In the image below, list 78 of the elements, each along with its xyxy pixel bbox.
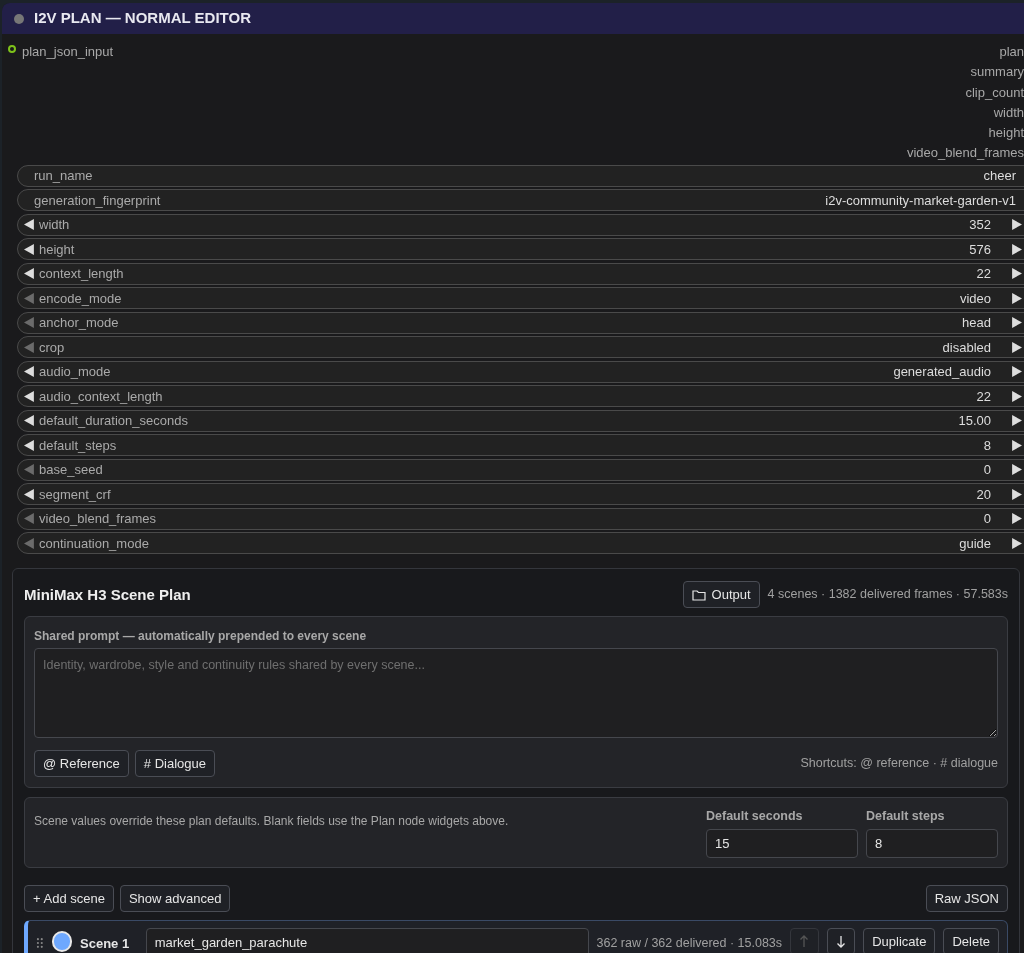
field-label: Default seconds bbox=[706, 808, 804, 826]
widget-value: 0 bbox=[983, 461, 991, 480]
number-widget[interactable]: continuation_mode guide bbox=[17, 532, 1024, 555]
widget-label: audio_context_length bbox=[39, 387, 163, 406]
number-widget[interactable]: width 352 bbox=[17, 213, 1024, 236]
scene-name-field[interactable]: market_garden_parachute bbox=[145, 928, 589, 953]
widget-value: i2v-community-market-garden-v1 bbox=[825, 191, 1016, 210]
widget-value: guide bbox=[959, 534, 991, 553]
shortcuts-hint: Shortcuts: @ reference · # dialogue bbox=[800, 755, 998, 773]
output-label: clip_count bbox=[965, 83, 1024, 102]
widget-label: encode_mode bbox=[39, 289, 122, 308]
number-widget[interactable]: encode_mode video bbox=[17, 287, 1024, 310]
toolbar-button[interactable]: + Add scene bbox=[24, 885, 114, 913]
widget-label: crop bbox=[39, 338, 65, 357]
scene-label: Scene 1 bbox=[80, 935, 131, 953]
widget-value: 8 bbox=[983, 436, 991, 455]
widget-value: 0 bbox=[983, 510, 991, 529]
node-title-bar[interactable]: I2V PLAN — NORMAL EDITOR bbox=[2, 3, 1024, 34]
insert-button[interactable]: @ Reference bbox=[34, 750, 129, 778]
number-widget[interactable]: default_duration_seconds 15.00 bbox=[17, 409, 1024, 432]
scene-action-button[interactable]: Delete bbox=[943, 928, 999, 953]
widget-label: segment_crf bbox=[39, 485, 111, 504]
text-widget[interactable]: run_name cheer bbox=[17, 164, 1024, 187]
widget-value: head bbox=[962, 314, 991, 333]
number-widget[interactable]: default_steps 8 bbox=[17, 434, 1024, 457]
widget-value: generated_audio bbox=[893, 363, 991, 382]
number-widget[interactable]: context_length 22 bbox=[17, 262, 1024, 285]
raw-json-button[interactable]: Raw JSON bbox=[925, 885, 1008, 913]
widget-label: continuation_mode bbox=[39, 534, 149, 553]
widget-value: 22 bbox=[976, 387, 991, 406]
insert-button[interactable]: # Dialogue bbox=[134, 750, 215, 778]
number-widget[interactable]: audio_context_length 22 bbox=[17, 385, 1024, 408]
widget-value: video bbox=[959, 289, 991, 308]
output-label: video_blend_frames bbox=[906, 144, 1024, 163]
text-widget[interactable]: generation_fingerprint i2v-community-market-garden-v1 bbox=[17, 189, 1024, 212]
number-widget[interactable]: audio_mode generated_audio bbox=[17, 360, 1024, 383]
defaults-note: Scene values override these plan defaults. Blank fields use the Plan node widgets above. bbox=[34, 813, 509, 831]
widget-value: cheer bbox=[983, 167, 1016, 186]
widget-label: audio_mode bbox=[39, 363, 111, 382]
default-field[interactable]: 8 bbox=[866, 829, 998, 859]
widget-label: height bbox=[39, 240, 75, 259]
output-label: summary bbox=[970, 63, 1024, 82]
widget-label: default_duration_seconds bbox=[39, 412, 188, 431]
output-label: height bbox=[988, 124, 1024, 143]
scene-action-button[interactable]: Duplicate bbox=[863, 928, 936, 953]
widget-label: run_name bbox=[34, 167, 93, 186]
field-label: Default steps bbox=[866, 808, 946, 826]
plan-summary: 4 scenes · 1382 delivered frames · 57.583s bbox=[767, 586, 1008, 604]
widget-label: base_seed bbox=[39, 461, 103, 480]
toolbar-button[interactable]: Show advanced bbox=[119, 885, 231, 913]
widget-value: 22 bbox=[976, 265, 991, 284]
number-widget[interactable]: anchor_mode head bbox=[17, 311, 1024, 334]
widget-value: disabled bbox=[942, 338, 991, 357]
widget-value: 576 bbox=[969, 240, 991, 259]
number-widget[interactable]: segment_crf 20 bbox=[17, 483, 1024, 506]
shared-prompt-label: Shared prompt — automatically prepended to every scene bbox=[34, 628, 368, 646]
number-widget[interactable]: height 576 bbox=[17, 238, 1024, 261]
widget-label: anchor_mode bbox=[39, 314, 119, 333]
widget-label: generation_fingerprint bbox=[34, 191, 161, 210]
number-widget[interactable]: base_seed 0 bbox=[17, 458, 1024, 481]
shared-prompt-field[interactable]: Identity, wardrobe, style and continuity rules shared by every scene... bbox=[34, 648, 998, 739]
widget-value: 352 bbox=[969, 216, 991, 235]
input-label: plan_json_input bbox=[22, 43, 114, 61]
widget-label: default_steps bbox=[39, 436, 117, 455]
output-button[interactable]: Output bbox=[682, 581, 760, 609]
number-widget[interactable]: video_blend_frames 0 bbox=[17, 507, 1024, 530]
widget-value: 15.00 bbox=[958, 412, 991, 431]
output-label: plan bbox=[999, 43, 1024, 61]
widget-label: video_blend_frames bbox=[39, 510, 157, 529]
scene-stats: 362 raw / 362 delivered · 15.083s bbox=[596, 935, 783, 953]
panel-title: MiniMax H3 Scene Plan bbox=[24, 584, 191, 605]
default-field[interactable]: 15 bbox=[706, 829, 858, 859]
output-label: width bbox=[993, 103, 1024, 122]
widget-value: 20 bbox=[976, 485, 991, 504]
widget-label: context_length bbox=[39, 265, 124, 284]
number-widget[interactable]: crop disabled bbox=[17, 336, 1024, 359]
node-title: I2V PLAN — NORMAL EDITOR bbox=[34, 8, 251, 29]
widget-label: width bbox=[39, 216, 70, 235]
